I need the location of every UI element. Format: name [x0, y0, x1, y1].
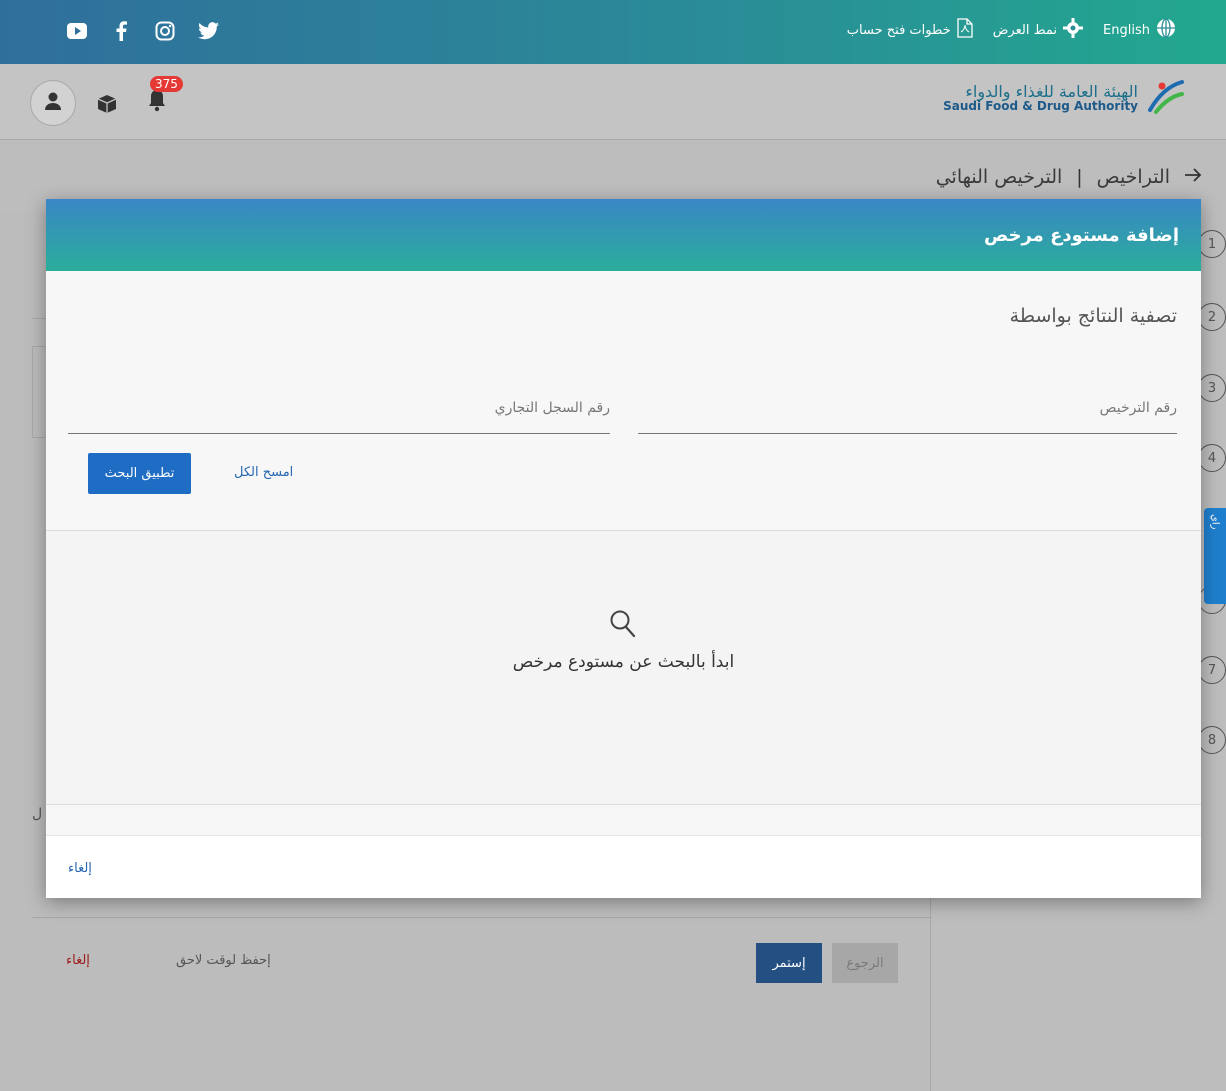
license-number-input[interactable]	[638, 400, 1177, 416]
clear-all-link[interactable]: امسح الكل	[234, 465, 293, 480]
language-link[interactable]: English	[1103, 18, 1176, 42]
empty-state-message: ابدأ بالبحث عن مستودع مرخص	[512, 652, 735, 672]
sfda-logo[interactable]: الهيئة العامة للغذاء والدواء Saudi Food …	[943, 76, 1186, 120]
language-label: English	[1103, 22, 1150, 38]
breadcrumb-item-final-license: الترخيص النهائي	[935, 166, 1063, 188]
background-label: ل	[32, 806, 43, 822]
globe-icon	[1156, 18, 1176, 42]
modal-cancel-link[interactable]: إلغاء	[68, 861, 92, 876]
sfda-emblem-icon	[1146, 76, 1186, 120]
step-3[interactable]: 3	[1198, 374, 1226, 402]
account-steps-link[interactable]: خطوات فتح حساب	[847, 18, 973, 42]
modal-header: إضافة مستودع مرخص	[46, 199, 1201, 271]
step-4[interactable]: 4	[1198, 444, 1226, 472]
divider	[32, 917, 932, 918]
feedback-side-tab[interactable]: راي	[1204, 508, 1226, 604]
site-header: الهيئة العامة للغذاء والدواء Saudi Food …	[0, 64, 1226, 140]
instagram-icon[interactable]	[154, 20, 176, 42]
logo-english: Saudi Food & Drug Authority	[943, 99, 1138, 114]
cancel-link[interactable]: إلغاء	[66, 953, 90, 968]
modal-footer: إلغاء	[46, 835, 1201, 898]
cr-number-input[interactable]	[68, 400, 610, 416]
breadcrumb-separator: |	[1076, 166, 1083, 188]
gear-icon	[1063, 18, 1084, 42]
display-mode-label: نمط العرض	[992, 22, 1058, 38]
breadcrumb: التراخيص | الترخيص النهائي	[936, 166, 1202, 188]
license-number-field	[638, 394, 1177, 434]
modal-title: إضافة مستودع مرخص	[983, 225, 1179, 246]
youtube-icon[interactable]	[66, 20, 88, 42]
divider	[46, 804, 1201, 805]
pdf-icon	[957, 18, 973, 42]
notification-count-badge: 375	[150, 76, 183, 92]
apply-search-button[interactable]: تطبيق البحث	[88, 453, 191, 494]
add-warehouse-modal: إضافة مستودع مرخص تصفية النتائج بواسطة ت…	[46, 199, 1201, 898]
top-links: خطوات فتح حساب نمط العرض English	[847, 18, 1176, 42]
top-bar: خطوات فتح حساب نمط العرض English	[0, 0, 1226, 64]
step-7[interactable]: 7	[1198, 656, 1226, 684]
cr-number-field	[68, 394, 610, 434]
feedback-side-tab-label: راي	[1209, 514, 1221, 530]
step-8[interactable]: 8	[1198, 726, 1226, 754]
account-steps-label: خطوات فتح حساب	[846, 22, 951, 38]
logo-arabic: الهيئة العامة للغذاء والدواء	[965, 81, 1138, 101]
package-icon[interactable]	[96, 94, 118, 118]
search-icon	[609, 609, 637, 643]
step-1[interactable]: 1	[1198, 230, 1226, 258]
filter-title: تصفية النتائج بواسطة	[1009, 305, 1177, 327]
bell-icon[interactable]	[148, 88, 166, 116]
breadcrumb-item-licenses[interactable]: التراخيص	[1097, 166, 1170, 188]
user-avatar-button[interactable]	[30, 80, 76, 126]
background-box	[32, 346, 46, 438]
back-arrow-icon[interactable]	[1184, 166, 1202, 188]
continue-button[interactable]: إستمر	[756, 943, 822, 983]
back-button[interactable]: الرجوع	[832, 943, 898, 983]
facebook-icon[interactable]	[110, 20, 132, 42]
save-later-link[interactable]: إحفظ لوقت لاحق	[176, 953, 271, 968]
social-links	[66, 20, 220, 42]
display-mode-link[interactable]: نمط العرض	[992, 18, 1084, 42]
twitter-icon[interactable]	[198, 20, 220, 42]
user-icon	[43, 91, 63, 115]
step-2[interactable]: 2	[1198, 303, 1226, 331]
